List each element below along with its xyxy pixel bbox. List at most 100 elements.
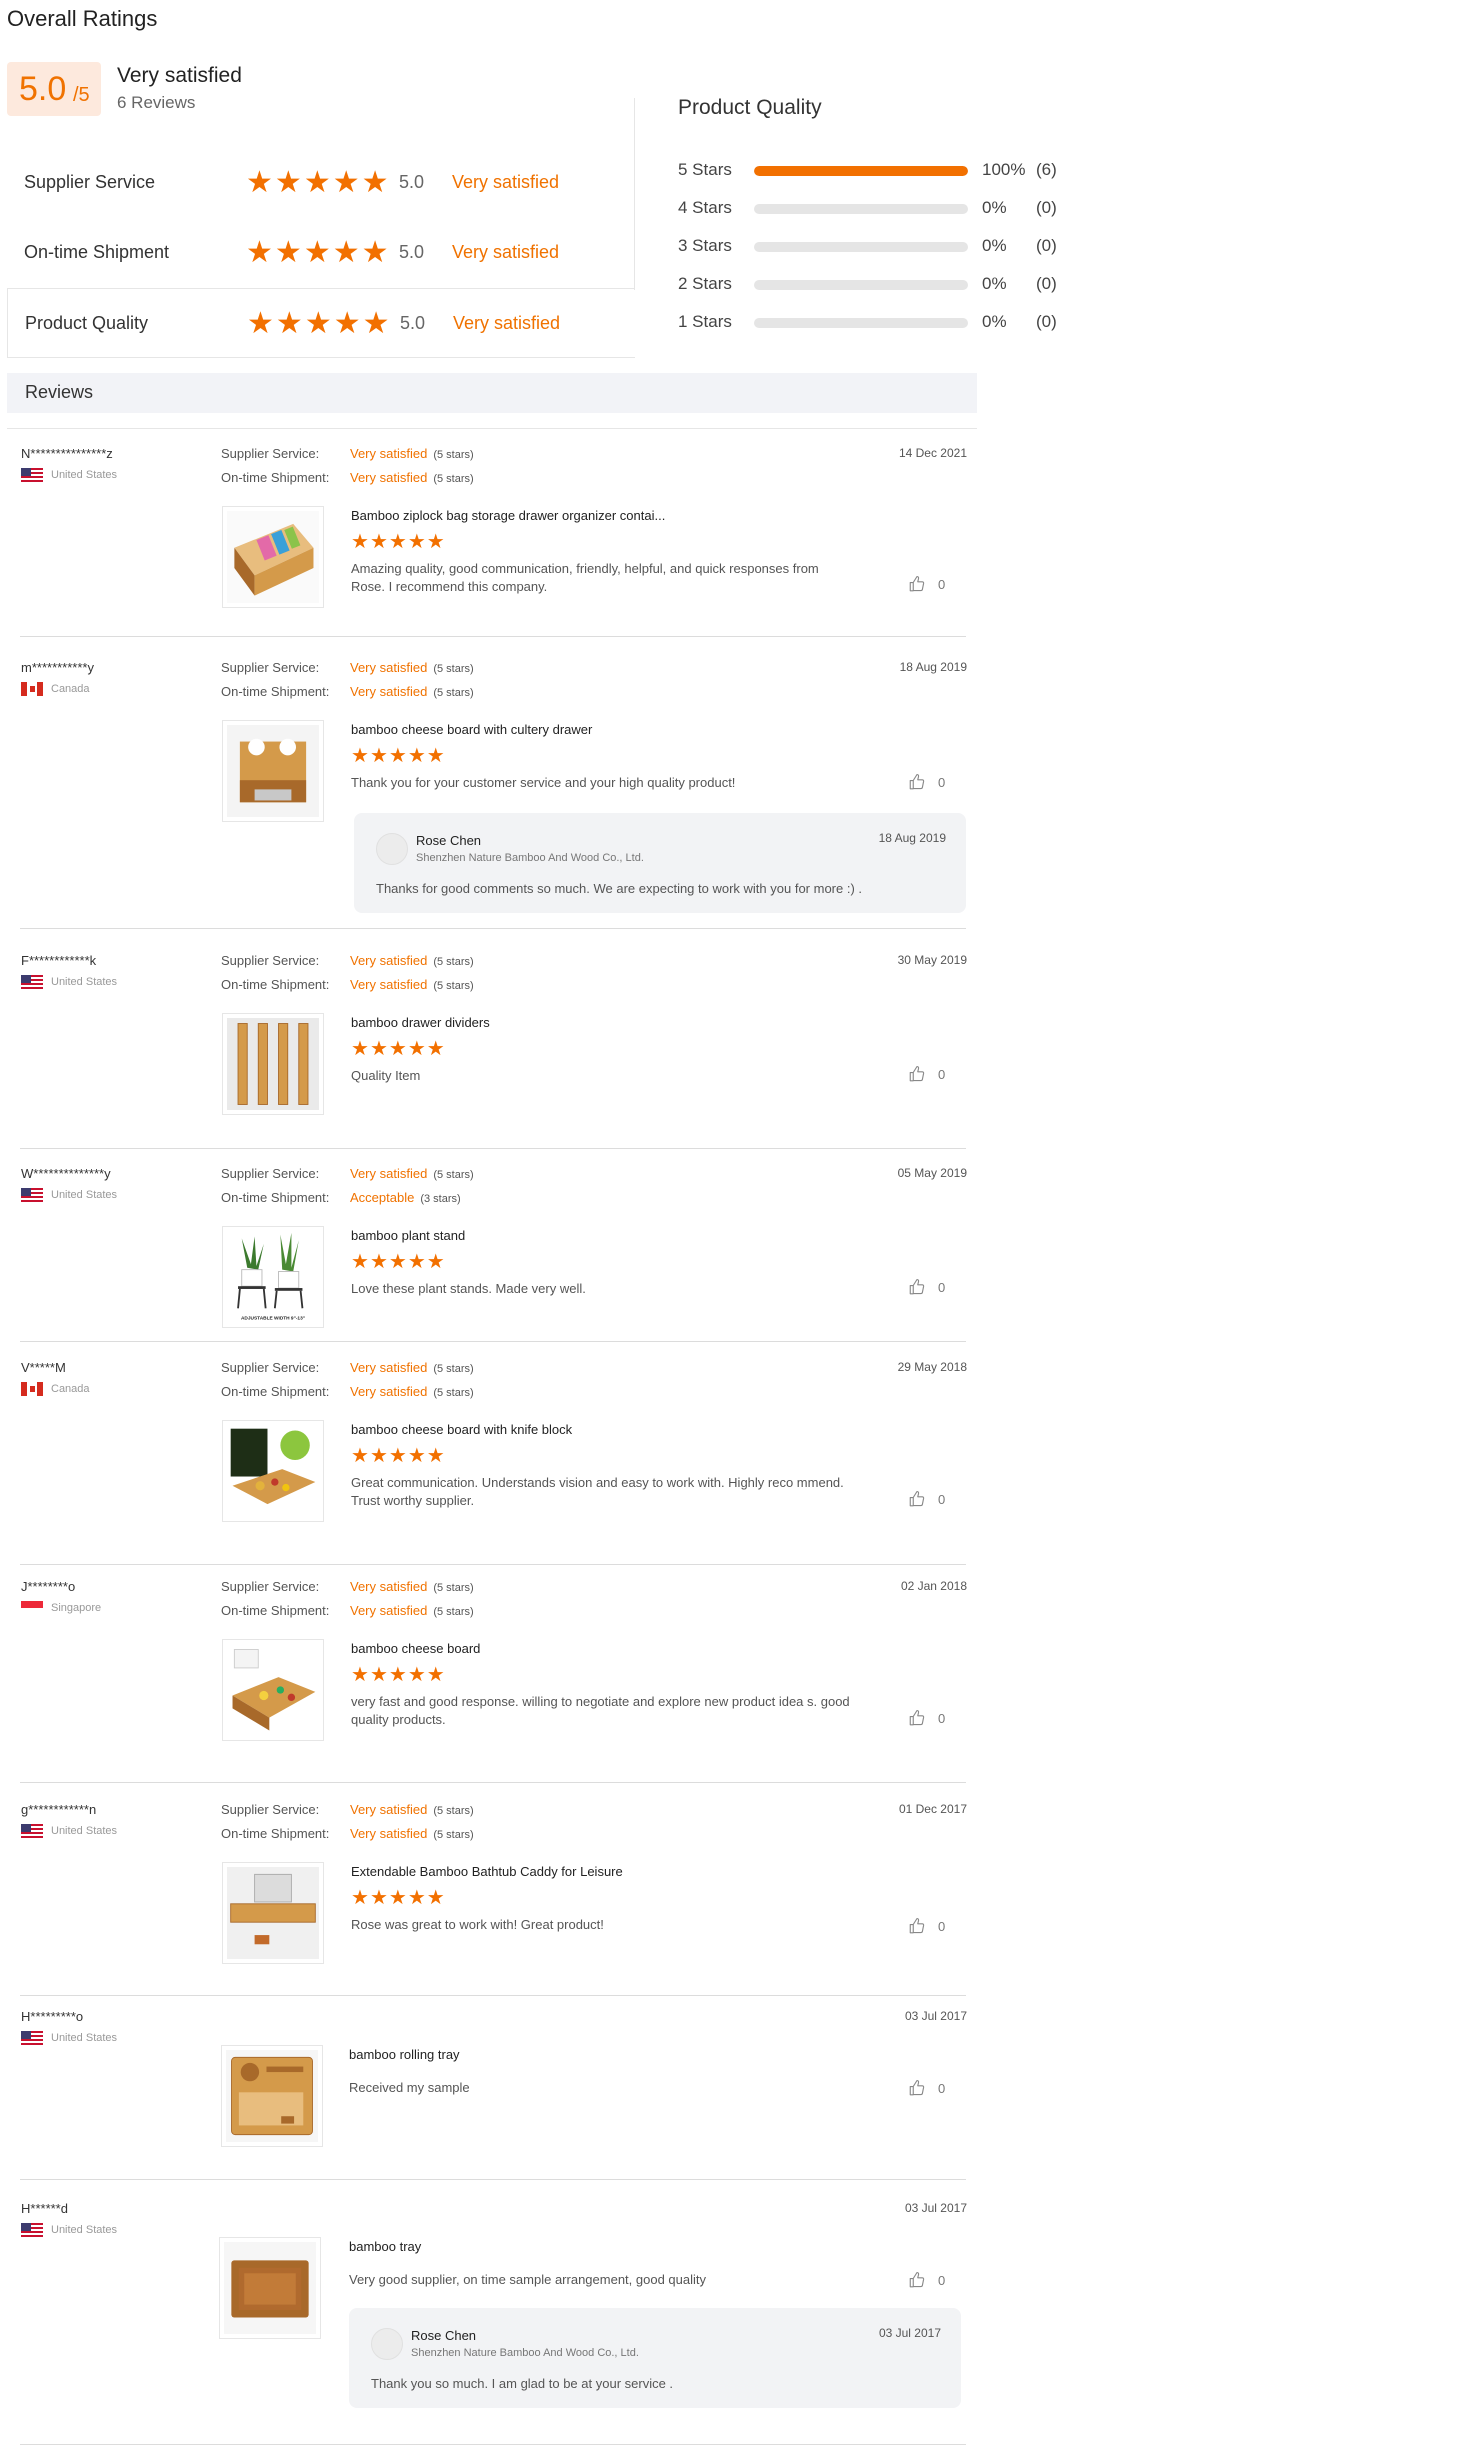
reply-text: Thank you so much. I am glad to be at yo…	[371, 2376, 674, 2391]
thumbs-up-icon[interactable]	[908, 2079, 926, 2097]
distribution-label: 4 Stars	[678, 198, 732, 217]
product-name-link[interactable]: bamboo plant stand	[351, 1228, 465, 1243]
product-thumbnail[interactable]: ADJUSTABLE WIDTH 9"-13"	[222, 1226, 324, 1328]
helpful-like-button[interactable]: 0	[908, 773, 945, 791]
reviewer-name: g************n	[21, 1802, 97, 1817]
rating-stars: ★ ★ ★ ★ ★	[247, 309, 390, 339]
flag-us-icon	[21, 1188, 43, 1202]
star-icon: ★	[247, 307, 274, 340]
thumbs-up-icon[interactable]	[908, 575, 926, 593]
helpful-like-button[interactable]: 0	[908, 575, 945, 593]
supplier-service-rating: Very satisfied	[350, 660, 428, 675]
product-thumbnail[interactable]	[221, 2045, 323, 2147]
ontime-shipment-stars: (5 stars)	[433, 1829, 474, 1841]
star-icon: ★	[369, 1251, 388, 1273]
rating-label: Supplier Service	[24, 172, 156, 192]
thumbs-up-icon[interactable]	[908, 1490, 926, 1508]
helpful-like-button[interactable]: 0	[908, 1917, 945, 1935]
ontime-shipment-rating: Very satisfied	[350, 1603, 428, 1618]
helpful-like-button[interactable]: 0	[908, 2271, 945, 2289]
helpful-like-button[interactable]: 0	[908, 1065, 945, 1083]
distribution-bar-fill	[754, 166, 968, 176]
review-comment: Amazing quality, good communication, fri…	[351, 561, 819, 594]
product-thumbnail[interactable]	[222, 506, 324, 608]
supplier-service-label: Supplier Service:	[221, 953, 320, 968]
product-name-link[interactable]: bamboo drawer dividers	[351, 1015, 490, 1030]
ontime-shipment-value: Very satisfied (5 stars)	[350, 1603, 474, 1618]
review-comment: Received my sample	[349, 2080, 470, 2095]
thumbs-up-icon[interactable]	[908, 773, 926, 791]
rating-value: 5.0	[399, 172, 425, 192]
product-thumbnail[interactable]	[222, 1420, 324, 1522]
country-name: United States	[51, 1825, 118, 1837]
ontime-shipment-label: On-time Shipment:	[221, 1384, 330, 1399]
review-divider	[20, 1782, 966, 1783]
flag-ca-icon	[21, 682, 43, 696]
helpful-like-button[interactable]: 0	[908, 1709, 945, 1727]
product-name-link[interactable]: bamboo rolling tray	[349, 2047, 460, 2062]
reply-date: 03 Jul 2017	[878, 2326, 941, 2340]
star-icon: ★	[426, 1445, 445, 1467]
supplier-service-stars: (5 stars)	[433, 449, 474, 461]
product-name-link[interactable]: bamboo cheese board with cultery drawer	[351, 722, 592, 737]
supplier-service-value: Very satisfied (5 stars)	[350, 1802, 474, 1817]
product-thumbnail[interactable]	[219, 2237, 321, 2339]
like-count: 0	[938, 1279, 946, 1295]
supplier-service-rating: Very satisfied	[350, 1166, 428, 1181]
review-divider	[20, 928, 966, 929]
overall-review-count: 6 Reviews	[117, 93, 196, 112]
thumbs-up-icon[interactable]	[908, 1709, 926, 1727]
distribution-bar	[754, 318, 968, 328]
star-icon: ★	[246, 166, 273, 199]
product-name-link[interactable]: bamboo tray	[349, 2239, 421, 2254]
star-icon: ★	[407, 745, 426, 767]
star-icon: ★	[361, 236, 389, 269]
star-icon: ★	[407, 1887, 426, 1909]
distribution-percent: 0%	[982, 312, 1007, 331]
rating-row-product-quality[interactable]: Product Quality ★ ★ ★ ★ ★ 5.0 Very satisfied	[7, 288, 635, 358]
product-thumbnail[interactable]	[222, 1013, 324, 1115]
thumbs-up-icon[interactable]	[908, 1065, 926, 1083]
review-comment: Very good supplier, on time sample arran…	[349, 2272, 706, 2287]
product-thumbnail[interactable]	[222, 1862, 324, 1964]
product-name-link[interactable]: bamboo cheese board with knife block	[351, 1422, 572, 1437]
review-date: 18 Aug 2019	[899, 660, 967, 674]
distribution-count: (0)	[1036, 236, 1057, 255]
supplier-service-stars: (5 stars)	[433, 956, 474, 968]
product-name-link[interactable]: Extendable Bamboo Bathtub Caddy for Leis…	[351, 1864, 623, 1879]
supplier-service-value: Very satisfied (5 stars)	[350, 1360, 474, 1375]
product-name-link[interactable]: bamboo cheese board	[351, 1641, 480, 1656]
product-name-link[interactable]: Bamboo ziplock bag storage drawer organi…	[351, 508, 665, 523]
ontime-shipment-rating: Very satisfied	[350, 977, 428, 992]
review-stars: ★ ★ ★ ★ ★	[351, 1665, 445, 1685]
product-image: ADJUSTABLE WIDTH 9"-13"	[227, 1231, 319, 1323]
star-icon: ★	[407, 1251, 426, 1273]
product-image	[227, 1018, 319, 1110]
ontime-shipment-value: Very satisfied (5 stars)	[350, 470, 474, 485]
product-thumbnail[interactable]	[222, 1639, 324, 1741]
helpful-like-button[interactable]: 0	[908, 1278, 945, 1296]
reviews-tab-header[interactable]: Reviews	[7, 373, 977, 413]
thumbs-up-icon[interactable]	[908, 1278, 926, 1296]
review-date: 01 Dec 2017	[898, 1802, 967, 1816]
rating-row-supplier-service[interactable]: Supplier Service ★ ★ ★ ★ ★ 5.0 Very satisfied	[7, 148, 635, 218]
reply-company-name: Shenzhen Nature Bamboo And Wood Co., Ltd…	[411, 2347, 639, 2359]
rating-row-on-time-shipment[interactable]: On-time Shipment ★ ★ ★ ★ ★ 5.0 Very satisfied	[7, 218, 635, 288]
supplier-service-rating: Very satisfied	[350, 446, 428, 461]
like-count: 0	[938, 2272, 946, 2288]
supplier-service-rating: Very satisfied	[350, 953, 428, 968]
product-thumbnail[interactable]	[222, 720, 324, 822]
star-icon: ★	[388, 1445, 407, 1467]
star-icon: ★	[407, 1038, 426, 1060]
star-icon: ★	[332, 166, 360, 199]
thumbs-up-icon[interactable]	[908, 2271, 926, 2289]
helpful-like-button[interactable]: 0	[908, 1490, 945, 1508]
thumbs-up-icon[interactable]	[908, 1917, 926, 1935]
star-icon: ★	[351, 1664, 369, 1686]
reply-author-name: Rose Chen	[411, 2328, 477, 2343]
review-divider	[20, 2444, 966, 2445]
helpful-like-button[interactable]: 0	[908, 2079, 945, 2097]
ontime-shipment-value: Very satisfied (5 stars)	[350, 1384, 474, 1399]
star-icon: ★	[407, 1664, 426, 1686]
star-icon: ★	[351, 745, 369, 767]
